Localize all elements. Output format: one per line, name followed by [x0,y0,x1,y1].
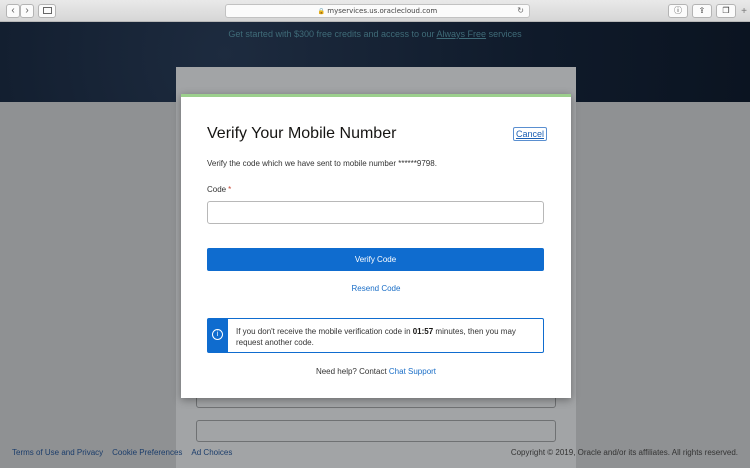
tabs-button[interactable]: ❐ [716,4,736,18]
chat-support-link[interactable]: Chat Support [389,367,436,376]
url-text: myservices.us.oraclecloud.com [327,7,438,15]
resend-code-link: Resend Code [351,284,401,293]
cancel-button[interactable]: Cancel [512,127,547,141]
verify-mobile-dialog: Verify Your Mobile Number Cancel Verify … [181,94,571,398]
code-label: Code * [207,185,232,194]
footer-links: Terms of Use and Privacy Cookie Preferenc… [12,448,241,457]
share-button[interactable]: ⇪ [692,4,712,18]
forward-button[interactable]: › [20,4,34,18]
dialog-description: Verify the code which we have sent to mo… [207,159,437,168]
always-free-link[interactable]: Always Free [437,29,487,39]
tabs-icon: ❐ [722,6,730,15]
required-marker: * [228,185,232,194]
lock-icon: 🔒 [317,8,326,15]
back-button[interactable]: ‹ [6,4,20,18]
sidebar-button[interactable] [38,4,56,18]
copyright-text: Copyright © 2019, Oracle and/or its affi… [510,448,738,457]
code-input[interactable] [207,201,544,224]
info-text: If you don't receive the mobile verifica… [236,327,516,347]
info-strip: i [208,319,228,352]
browser-toolbar: ‹ › 🔒 myservices.us.oraclecloud.com ↻ ⓘ ⇪… [0,0,750,22]
sidebar-icon [42,7,52,14]
chevron-left-icon: ‹ [11,5,15,16]
info-button[interactable]: ⓘ [668,4,688,18]
help-text: Need help? Contact Chat Support [315,367,437,376]
chevron-right-icon: › [25,5,29,16]
info-message: i If you don't receive the mobile verifi… [207,318,544,353]
background-field [196,420,556,442]
countdown-timer: 01:57 [412,327,434,336]
address-bar[interactable]: 🔒 myservices.us.oraclecloud.com ↻ [225,4,530,18]
info-icon: ⓘ [674,6,682,15]
footer-link-terms[interactable]: Terms of Use and Privacy [12,448,103,457]
footer-link-cookies[interactable]: Cookie Preferences [112,448,182,457]
footer-link-adchoices[interactable]: Ad Choices [191,448,232,457]
reload-icon[interactable]: ↻ [517,5,524,17]
info-circle-icon: i [212,329,223,340]
new-tab-button[interactable]: + [741,6,747,17]
dialog-title: Verify Your Mobile Number [207,125,397,142]
share-icon: ⇪ [698,6,706,15]
verify-code-button[interactable]: Verify Code [207,248,544,271]
promo-text: Get started with $300 free credits and a… [228,29,522,39]
